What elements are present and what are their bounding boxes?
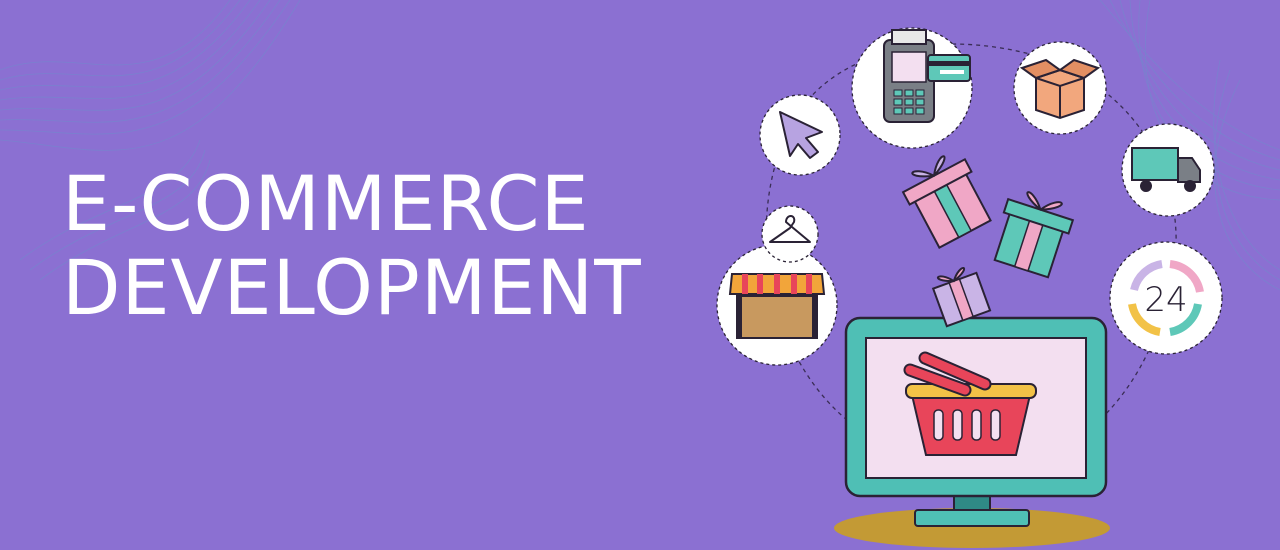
hanger-icon bbox=[761, 205, 819, 263]
market-stall-icon bbox=[716, 244, 838, 366]
gift-icon-large bbox=[901, 155, 992, 249]
gift-icon-teal bbox=[993, 191, 1075, 279]
card-terminal-icon bbox=[851, 27, 973, 149]
ecommerce-illustration: 24 bbox=[716, 27, 1223, 548]
delivery-truck-icon bbox=[1121, 123, 1215, 217]
clock-24-label: 24 bbox=[1144, 280, 1187, 320]
cursor-arrow-icon bbox=[759, 94, 841, 176]
ecommerce-banner: E-COMMERCE DEVELOPMENT 24 bbox=[0, 0, 1280, 550]
clock-24-icon: 24 bbox=[1109, 241, 1223, 355]
box-icon bbox=[1013, 41, 1107, 135]
